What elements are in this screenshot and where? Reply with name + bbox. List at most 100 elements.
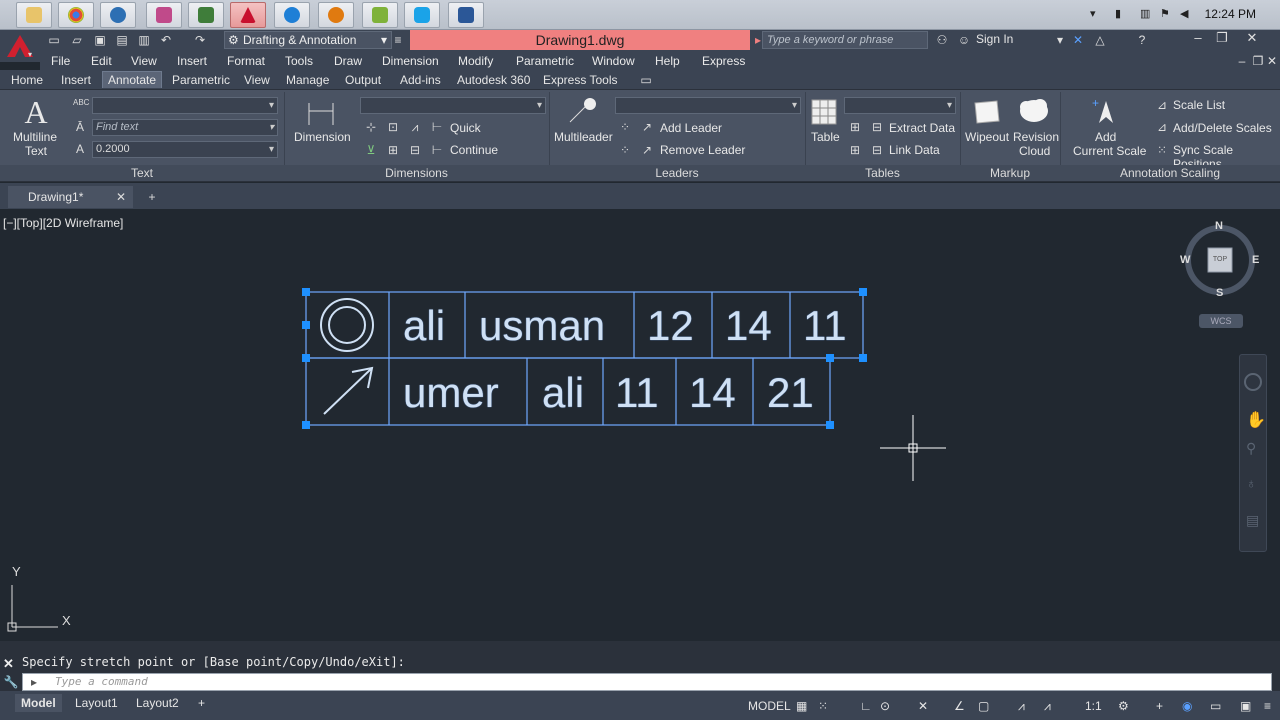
tab-home[interactable]: Home [11, 73, 43, 87]
multileader-icon[interactable] [566, 96, 598, 126]
revision-cloud-icon[interactable] [1018, 96, 1050, 126]
wipeout-label[interactable]: Wipeout [965, 130, 1009, 144]
viewcube[interactable]: N S W E TOP WCS [1180, 220, 1260, 330]
skype-icon[interactable] [404, 2, 440, 28]
ortho-icon[interactable]: ∟ [860, 699, 872, 713]
navigation-bar[interactable]: ✋ ⚲ ♁ ▤ [1239, 354, 1267, 552]
minimize-button[interactable]: – [1186, 30, 1210, 45]
menu-file[interactable]: File [51, 54, 70, 68]
autocad-taskbar-icon[interactable] [230, 2, 266, 28]
add-scale-label-2[interactable]: Current Scale [1073, 144, 1146, 158]
tab-parametric[interactable]: Parametric [172, 73, 230, 87]
steering-wheel-icon[interactable] [1244, 373, 1262, 391]
multiline-text-label-2[interactable]: Text [25, 144, 47, 158]
doc-minimize-icon[interactable]: – [1234, 54, 1250, 68]
leaders-panel-title[interactable]: Leaders [549, 165, 805, 181]
clean-screen-icon[interactable]: ▣ [1240, 699, 1251, 713]
revision-cloud-label-1[interactable]: Revision [1013, 130, 1059, 144]
sync-scale-icon[interactable]: ⁙ [1155, 143, 1169, 157]
add-delete-scales-icon[interactable]: ⊿ [1155, 120, 1169, 134]
workspace-dropdown[interactable]: ⚙ Drafting & Annotation ▾ [224, 31, 392, 49]
tab-layout1[interactable]: Layout1 [69, 694, 124, 712]
new-file-icon[interactable]: ▭ [46, 33, 62, 47]
dim-update-icon[interactable]: ⊞ [386, 143, 400, 157]
table-icon[interactable] [810, 98, 838, 126]
dimensions-panel-title[interactable]: Dimensions [284, 165, 549, 181]
sign-in-button[interactable]: Sign In [976, 32, 1013, 46]
dim-break-icon[interactable]: ⊹ [364, 120, 378, 134]
menu-draw[interactable]: Draw [334, 54, 362, 68]
pan-icon[interactable]: ✋ [1246, 410, 1266, 430]
redo-icon[interactable]: ↷ [192, 33, 208, 47]
exchange-icon[interactable]: ✕ [1070, 33, 1086, 47]
multiline-text-icon[interactable]: A [18, 94, 54, 130]
save-icon[interactable]: ▣ [92, 33, 108, 47]
download-data-icon[interactable]: ⊞ [848, 143, 862, 157]
add-current-scale-icon[interactable]: + [1090, 96, 1122, 128]
workspace-switch-icon[interactable]: ⚙ [1118, 699, 1129, 713]
qat-menu-icon[interactable]: ≡ [392, 33, 404, 47]
menu-express[interactable]: Express [702, 54, 745, 68]
hardware-acceleration-icon[interactable]: ▭ [1210, 699, 1221, 713]
app-blue-icon[interactable] [100, 2, 136, 28]
remove-leader-icon[interactable]: ↗ [640, 143, 654, 157]
chrome-icon[interactable] [58, 2, 94, 28]
text-style-dropdown[interactable] [92, 97, 278, 114]
tab-layout2[interactable]: Layout2 [130, 694, 185, 712]
word-icon[interactable] [448, 2, 484, 28]
tab-manage[interactable]: Manage [286, 73, 329, 87]
close-tab-icon[interactable]: ✕ [116, 186, 126, 208]
zoom-icon[interactable]: ⚲ [1246, 440, 1256, 457]
tab-model[interactable]: Model [15, 694, 62, 712]
customize-icon[interactable]: 🔧 [3, 675, 19, 689]
new-tab-button[interactable]: + [144, 190, 160, 204]
object-snap-icon[interactable]: ▢ [978, 699, 989, 713]
tab-insert[interactable]: Insert [61, 73, 91, 87]
scale-list-button[interactable]: Scale List [1173, 98, 1225, 112]
quick-button[interactable]: Quick [450, 121, 481, 135]
viewcube-top-face[interactable]: TOP [1209, 256, 1231, 263]
binoculars-icon[interactable]: ⚇ [934, 33, 950, 47]
volume-icon[interactable]: ◀ [1180, 7, 1192, 21]
polar-icon[interactable]: ⊙ [880, 699, 890, 713]
menu-parametric[interactable]: Parametric [516, 54, 574, 68]
dim-inspect-icon[interactable]: ⊻ [364, 143, 378, 157]
close-button[interactable]: ✕ [1240, 30, 1264, 46]
table-label[interactable]: Table [811, 130, 840, 144]
annotation-scale[interactable]: 1:1 [1085, 699, 1102, 713]
plot-icon[interactable]: ▥ [136, 33, 152, 47]
orbit-icon[interactable]: ♁ [1246, 475, 1257, 491]
ribbon-toggle-icon[interactable]: ▭ [638, 73, 654, 87]
viewcube-west[interactable]: W [1180, 254, 1190, 266]
file-explorer-icon[interactable] [16, 2, 52, 28]
maximize-button[interactable]: ❐ [1210, 30, 1234, 46]
signin-chevron-icon[interactable]: ▾ [1052, 33, 1068, 47]
model-space-button[interactable]: MODEL [748, 699, 791, 713]
markup-panel-title[interactable]: Markup [960, 165, 1060, 181]
tray-chevron-icon[interactable]: ▾ [1090, 7, 1102, 21]
scale-list-icon[interactable]: ⊿ [1155, 98, 1169, 112]
dim-adjust-icon[interactable]: ⊡ [386, 120, 400, 134]
continue-button[interactable]: Continue [450, 143, 498, 157]
menu-modify[interactable]: Modify [458, 54, 493, 68]
help-icon[interactable]: ? [1134, 33, 1150, 47]
add-leader-icon[interactable]: ↗ [640, 120, 654, 134]
app-pink-icon[interactable] [146, 2, 182, 28]
save-as-icon[interactable]: ▤ [114, 33, 130, 47]
viewport-controls[interactable]: [−][Top][2D Wireframe] [3, 216, 123, 230]
auto-scale-icon[interactable]: ⩘ [1044, 699, 1051, 714]
link-data-icon[interactable]: ⊟ [870, 143, 884, 157]
dim-oblique-icon[interactable]: ⊟ [408, 143, 422, 157]
app-green-icon[interactable] [188, 2, 224, 28]
menu-view[interactable]: View [131, 54, 157, 68]
menu-window[interactable]: Window [592, 54, 635, 68]
tab-annotate[interactable]: Annotate [102, 71, 163, 88]
add-delete-scales-button[interactable]: Add/Delete Scales [1173, 121, 1272, 135]
dim-jog-icon[interactable]: ⩘ [408, 120, 422, 134]
text-height-icon[interactable]: A [73, 142, 87, 156]
tab-express-tools[interactable]: Express Tools [543, 73, 617, 87]
viewcube-south[interactable]: S [1216, 287, 1223, 299]
tables-panel-title[interactable]: Tables [805, 165, 960, 181]
wipeout-icon[interactable] [972, 98, 1002, 126]
tab-view[interactable]: View [244, 73, 270, 87]
